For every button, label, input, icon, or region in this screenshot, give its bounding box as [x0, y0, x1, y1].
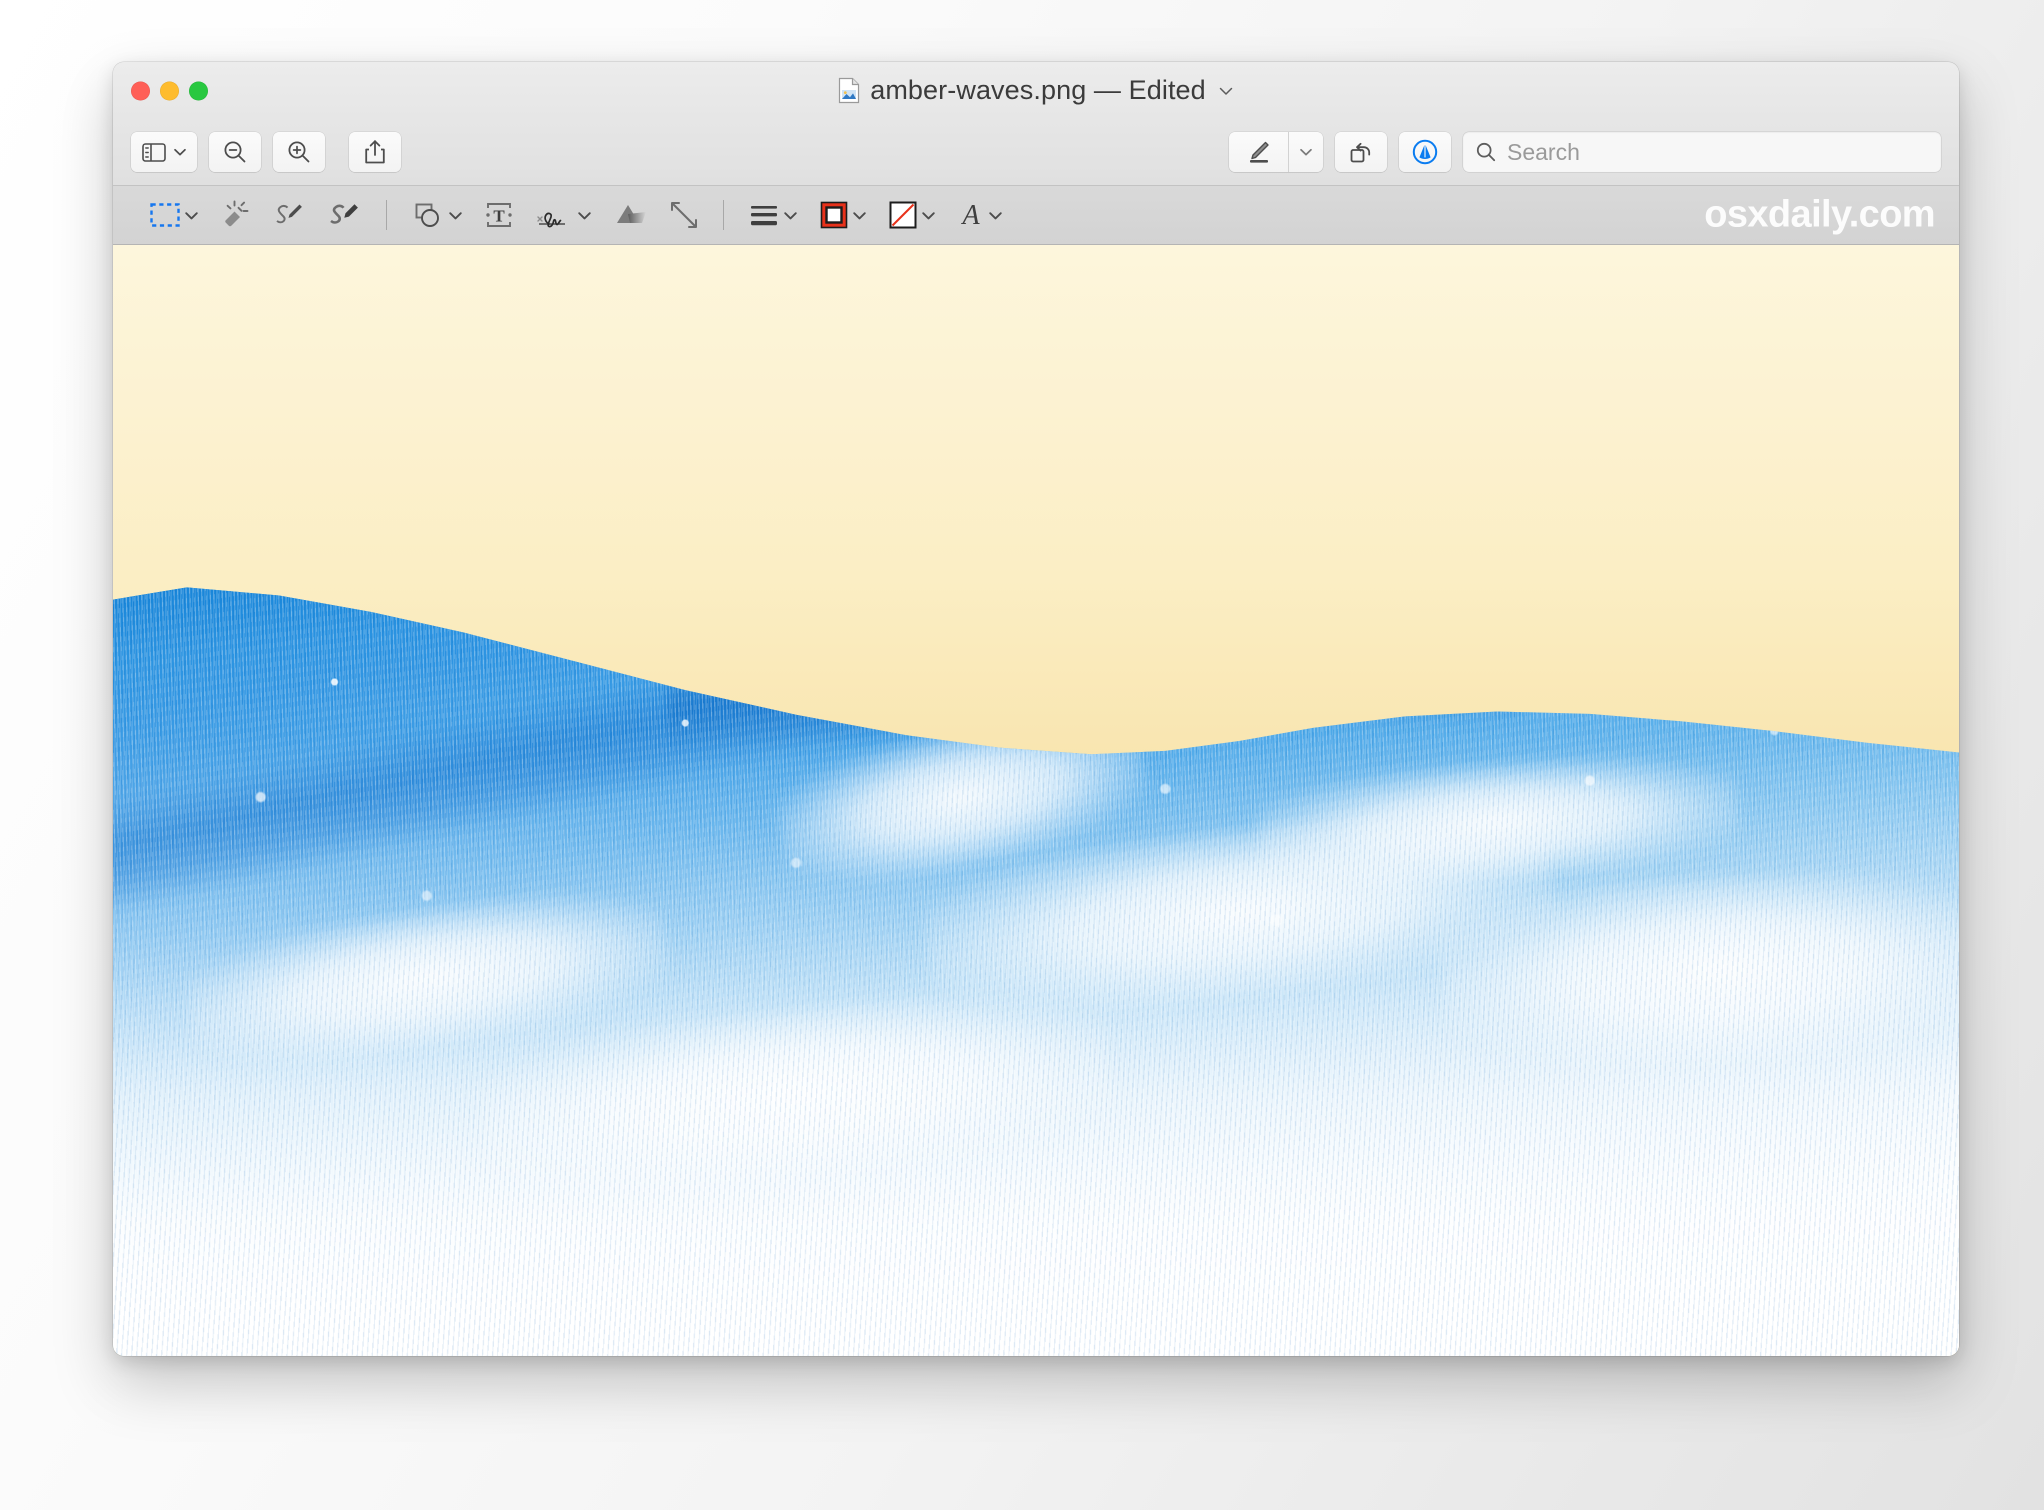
instant-alpha-tool[interactable]: [210, 193, 262, 237]
share-icon: [363, 139, 387, 165]
shape-style-icon: [749, 202, 779, 228]
markup-highlight-button[interactable]: [1229, 132, 1323, 172]
selection-tool[interactable]: [139, 193, 210, 237]
watermark-text: osxdaily.com: [1704, 193, 1935, 236]
sketch-icon: [273, 201, 305, 229]
search-input[interactable]: Search: [1507, 139, 1580, 166]
sidebar-toggle-button[interactable]: [131, 132, 197, 172]
chevron-down-icon[interactable]: [448, 208, 463, 223]
adjust-color-tool[interactable]: [603, 193, 659, 237]
rotate-button[interactable]: [1335, 132, 1387, 172]
chevron-down-icon[interactable]: [173, 145, 187, 159]
instant-alpha-icon: [221, 200, 251, 230]
preview-document-icon: [838, 77, 860, 104]
preview-window: amber-waves.png — Edited Search T A osxd…: [113, 62, 1959, 1356]
window-title: amber-waves.png — Edited: [870, 75, 1206, 105]
window-title-group: amber-waves.png — Edited: [113, 62, 1959, 119]
chevron-down-icon[interactable]: [184, 208, 199, 223]
zoom-in-button[interactable]: [273, 132, 325, 172]
search-icon: [1475, 141, 1497, 163]
chevron-down-icon[interactable]: [1218, 83, 1234, 99]
chevron-down-icon[interactable]: [852, 208, 867, 223]
zoom-out-button[interactable]: [209, 132, 261, 172]
markup-toolbar: T A osxdaily.com: [113, 186, 1959, 245]
traffic-light-controls: [131, 81, 208, 100]
maximize-window-button[interactable]: [189, 81, 208, 100]
border-color-icon: [820, 201, 848, 229]
chevron-down-icon[interactable]: [921, 208, 936, 223]
signature-tool[interactable]: [524, 193, 603, 237]
chevron-down-icon[interactable]: [1289, 132, 1323, 172]
shape-style-tool[interactable]: [738, 193, 809, 237]
markup-highlight-icon[interactable]: [1229, 132, 1289, 172]
text-style-tool[interactable]: A: [947, 193, 1014, 237]
text-style-icon: A: [958, 200, 984, 230]
adjust-size-tool[interactable]: [659, 193, 709, 237]
border-color-tool[interactable]: [809, 193, 878, 237]
sketch-tool[interactable]: [262, 193, 316, 237]
share-button[interactable]: [349, 132, 401, 172]
toolbar-left-group: [131, 132, 401, 172]
rotate-left-icon: [1348, 139, 1374, 165]
window-titlebar: amber-waves.png — Edited: [113, 62, 1959, 119]
main-toolbar: Search: [113, 119, 1959, 186]
svg-text:T: T: [493, 207, 505, 226]
markup-toolbar-icon: [1411, 138, 1439, 166]
toolbar-separator-2: [723, 200, 724, 230]
toolbar-separator-1: [386, 200, 387, 230]
text-tool-icon: T: [485, 201, 513, 229]
shapes-icon: [412, 201, 444, 229]
minimize-window-button[interactable]: [160, 81, 179, 100]
adjust-size-icon: [670, 201, 698, 229]
adjust-color-icon: [614, 202, 648, 228]
close-window-button[interactable]: [131, 81, 150, 100]
sidebar-icon: [141, 142, 166, 162]
search-field[interactable]: Search: [1463, 132, 1941, 172]
image-canvas[interactable]: [113, 245, 1959, 1356]
chevron-down-icon[interactable]: [577, 208, 592, 223]
draw-tool[interactable]: [316, 193, 372, 237]
zoom-out-icon: [222, 139, 248, 165]
fill-color-icon: [889, 201, 917, 229]
chevron-down-icon[interactable]: [988, 208, 1003, 223]
draw-icon: [327, 201, 361, 229]
chevron-down-icon[interactable]: [783, 208, 798, 223]
signature-icon: [535, 200, 573, 230]
shapes-tool[interactable]: [401, 193, 474, 237]
show-markup-toolbar-button[interactable]: [1399, 132, 1451, 172]
selection-tool-icon: [150, 202, 180, 228]
text-tool[interactable]: T: [474, 193, 524, 237]
zoom-in-icon: [286, 139, 312, 165]
toolbar-right-group: Search: [1229, 132, 1941, 172]
svg-text:A: A: [960, 200, 980, 230]
fill-color-tool[interactable]: [878, 193, 947, 237]
